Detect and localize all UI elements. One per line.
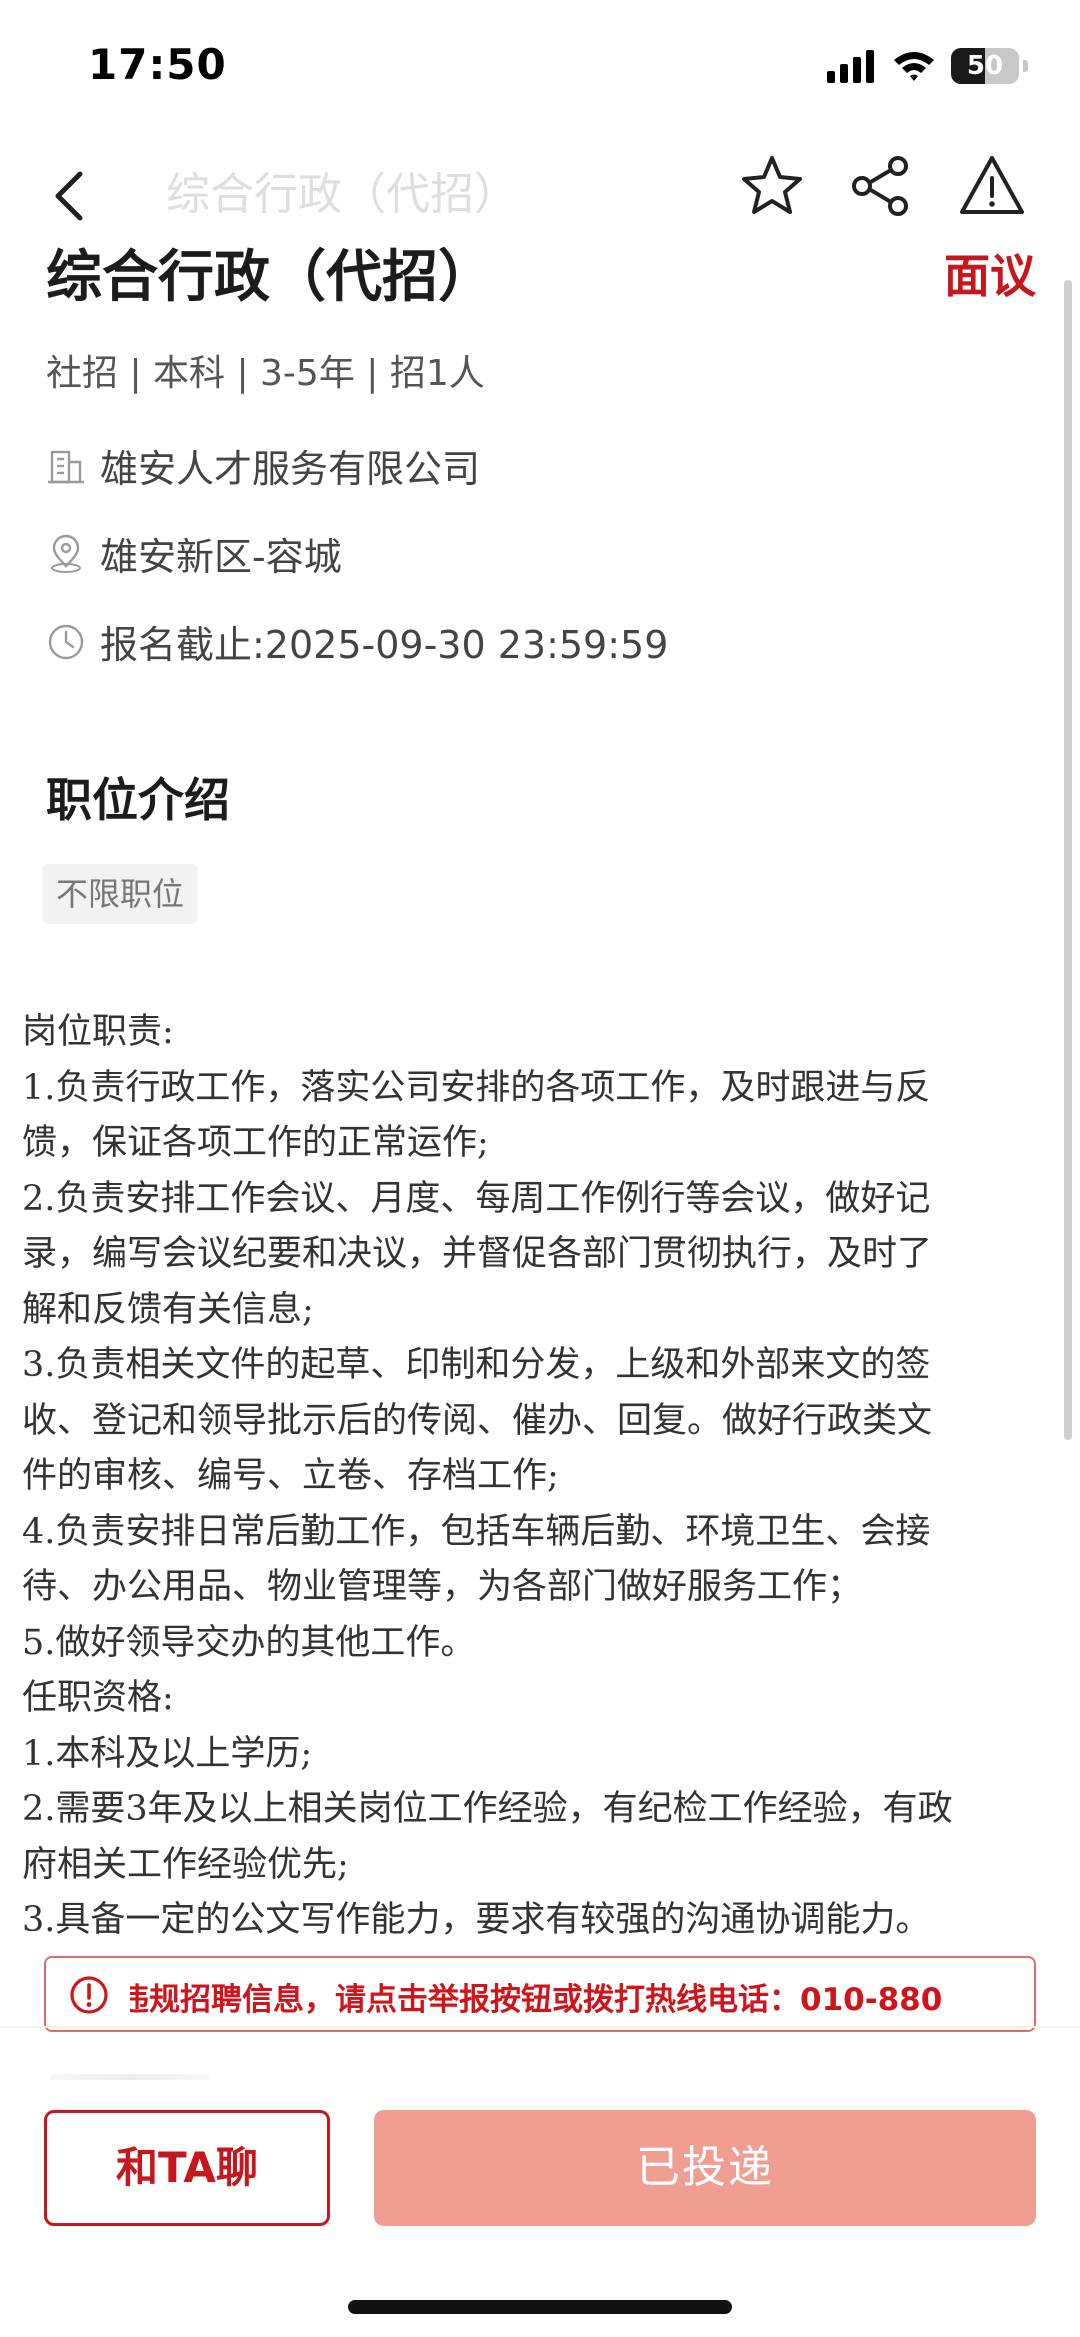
salary: 面议 [944,249,1036,303]
description-line: 1.负责行政工作，落实公司安排的各项工作，及时跟进与反 [22,1067,931,1108]
status-icons: 50 [827,46,1028,86]
job-meta: 社招 | 本科 | 3-5年 | 招1人 [46,353,485,394]
description-line: 3.具备一定的公文写作能力，要求有较强的沟通协调能力。 [22,1900,931,1940]
battery-cap [1023,60,1028,72]
location-row: 雄安新区-容城 [46,526,342,581]
cellular-signal-icon [827,50,874,83]
location-text: 雄安新区-容城 [100,535,342,579]
description-line: 府相关工作经验优先; [22,1844,349,1885]
description-line: 解和反馈有关信息; [22,1289,314,1330]
bottom-action-bar: 和TA聊 已投递 [0,2080,1080,2337]
nav-title: 综合行政（代招） [166,169,518,220]
company-name: 雄安人才服务有限公司 [100,447,481,491]
description-line: 3.负责相关文件的起草、印制和分发，上级和外部来文的签 [22,1345,931,1385]
back-arrow-icon[interactable] [40,160,100,230]
description-line: 任职资格: [22,1678,174,1718]
status-time: 17:50 [88,40,227,89]
scrollbar[interactable] [1064,280,1072,1440]
description-line: 录，编写会议纪要和决议，并督促各部门贯彻执行，及时了 [22,1234,933,1274]
chat-button[interactable]: 和TA聊 [44,2110,330,2226]
divider [0,2026,1080,2028]
description-line: 馈，保证各项工作的正常运作; [22,1123,489,1163]
description-line: 2.需要3年及以上相关岗位工作经验，有纪检工作经验，有政 [22,1789,953,1829]
location-pin-icon [51,534,81,573]
description-line: 2.负责安排工作会议、月度、每周工作例行等会议，做好记 [22,1178,931,1219]
alert-circle-icon [70,1976,108,2014]
section-title: 职位介绍 [46,773,230,827]
status-bar: 17:50 50 [0,0,1080,140]
description-line: 件的审核、编号、立卷、存档工作; [22,1456,559,1496]
notice-text: 违规招聘信息，请点击举报按钮或拨打热线电话：010-880 [130,1982,943,2018]
description-line: 岗位职责: [22,1012,174,1052]
battery-icon: 50 [951,48,1019,84]
warning-icon[interactable] [956,150,1028,222]
job-description: 岗位职责: 1.负责行政工作，落实公司安排的各项工作，及时跟进与反 馈，保证各项… [22,1005,1062,1949]
description-line: 收、登记和领导批示后的传阅、催办、回复。做好行政类文 [22,1400,933,1441]
notice-marquee: 违规招聘信息，请点击举报按钮或拨打热线电话：010-880 [130,1958,1028,2030]
description-line: 1.本科及以上学历; [22,1733,313,1774]
applied-button[interactable]: 已投递 [374,2110,1036,2226]
company-row[interactable]: 雄安人才服务有限公司 [46,438,480,493]
deadline-text: 报名截止:2025-09-30 23:59:59 [100,623,669,667]
report-notice-banner[interactable]: 违规招聘信息，请点击举报按钮或拨打热线电话：010-880 [44,1956,1036,2032]
position-tag: 不限职位 [42,864,199,924]
deadline-row: 报名截止:2025-09-30 23:59:59 [46,614,668,669]
battery-level: 50 [966,51,1004,81]
wifi-icon [894,52,934,81]
job-title: 综合行政（代招） [46,245,494,310]
description-line: 5.做好领导交办的其他工作。 [22,1622,476,1663]
description-line: 4.负责安排日常后勤工作，包括车辆后勤、环境卫生、会接 [22,1511,931,1552]
clock-icon [48,624,84,659]
star-icon[interactable] [738,152,806,220]
building-icon [48,450,84,483]
home-indicator[interactable] [348,2300,732,2314]
description-line: 待、办公用品、物业管理等，为各部门做好服务工作； [22,1567,863,1607]
share-icon[interactable] [846,152,914,220]
